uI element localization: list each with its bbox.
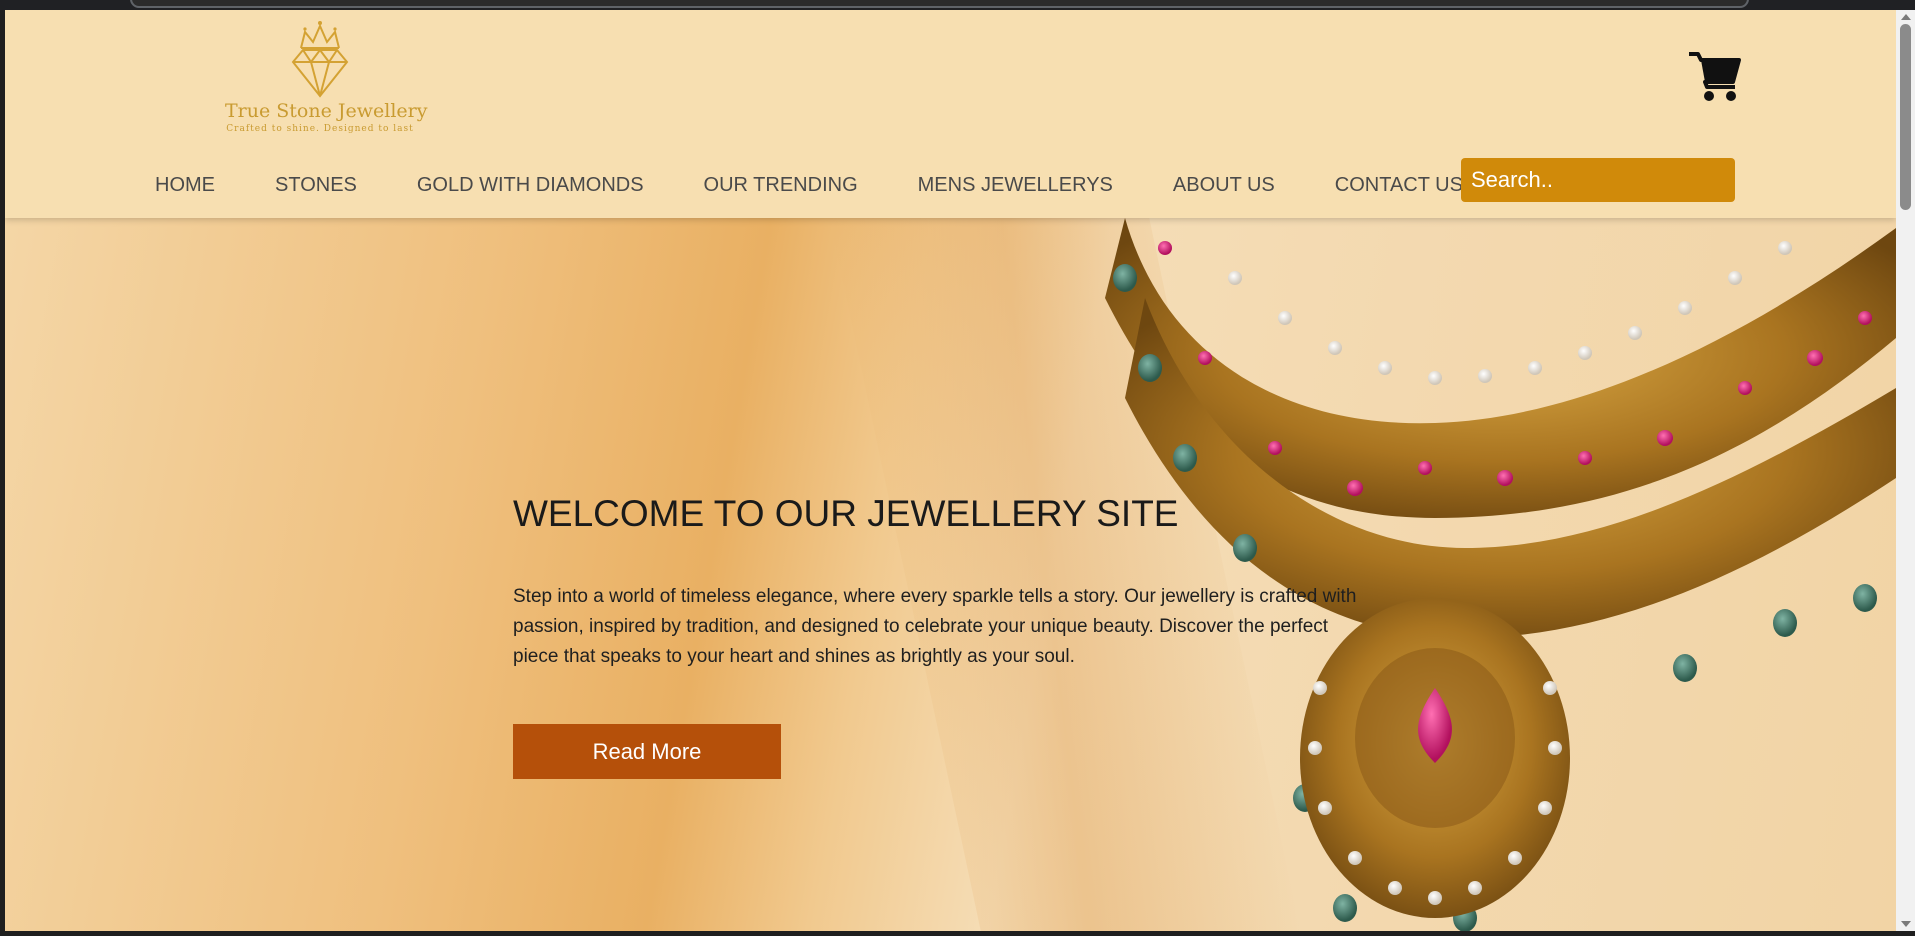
diamond-crown-logo-icon	[291, 21, 349, 98]
address-bar-edge	[130, 0, 1749, 8]
hero-section: WELCOME TO OUR JEWELLERY SITE Step into …	[5, 218, 1896, 931]
brand-name: True Stone Jewellery	[225, 100, 428, 122]
necklace-image	[1105, 218, 1896, 931]
scrollbar-thumb[interactable]	[1900, 24, 1911, 210]
scroll-down-arrow-icon[interactable]	[1901, 921, 1911, 927]
shopping-cart-icon	[1689, 52, 1741, 101]
brand-tagline: Crafted to shine. Designed to last	[226, 124, 414, 134]
nav-our-trending[interactable]: OUR TRENDING	[704, 174, 858, 197]
site-header: True Stone Jewellery Crafted to shine. D…	[5, 10, 1896, 218]
hero-description: Step into a world of timeless elegance, …	[513, 586, 1357, 667]
cart-button[interactable]	[1687, 50, 1743, 104]
browser-top-bar	[0, 0, 1915, 10]
read-more-button[interactable]: Read More	[513, 724, 781, 779]
nav-about-us[interactable]: ABOUT US	[1173, 174, 1275, 197]
scroll-up-arrow-icon[interactable]	[1901, 14, 1911, 20]
nav-contact-us[interactable]: CONTACT US	[1335, 174, 1463, 197]
nav-gold-with-diamonds[interactable]: GOLD WITH DIAMONDS	[417, 174, 644, 197]
main-navigation: HOME STONES GOLD WITH DIAMONDS OUR TREND…	[155, 165, 1523, 205]
nav-stones[interactable]: STONES	[275, 174, 357, 197]
hero-title: WELCOME TO OUR JEWELLERY SITE	[513, 493, 1179, 534]
vertical-scrollbar[interactable]	[1896, 10, 1915, 931]
page-viewport: True Stone Jewellery Crafted to shine. D…	[5, 10, 1896, 931]
site-logo[interactable]: True Stone Jewellery Crafted to shine. D…	[225, 18, 428, 150]
nav-mens-jewellerys[interactable]: MENS JEWELLERYS	[918, 174, 1113, 197]
nav-home[interactable]: HOME	[155, 174, 215, 197]
search-input[interactable]	[1461, 158, 1735, 202]
